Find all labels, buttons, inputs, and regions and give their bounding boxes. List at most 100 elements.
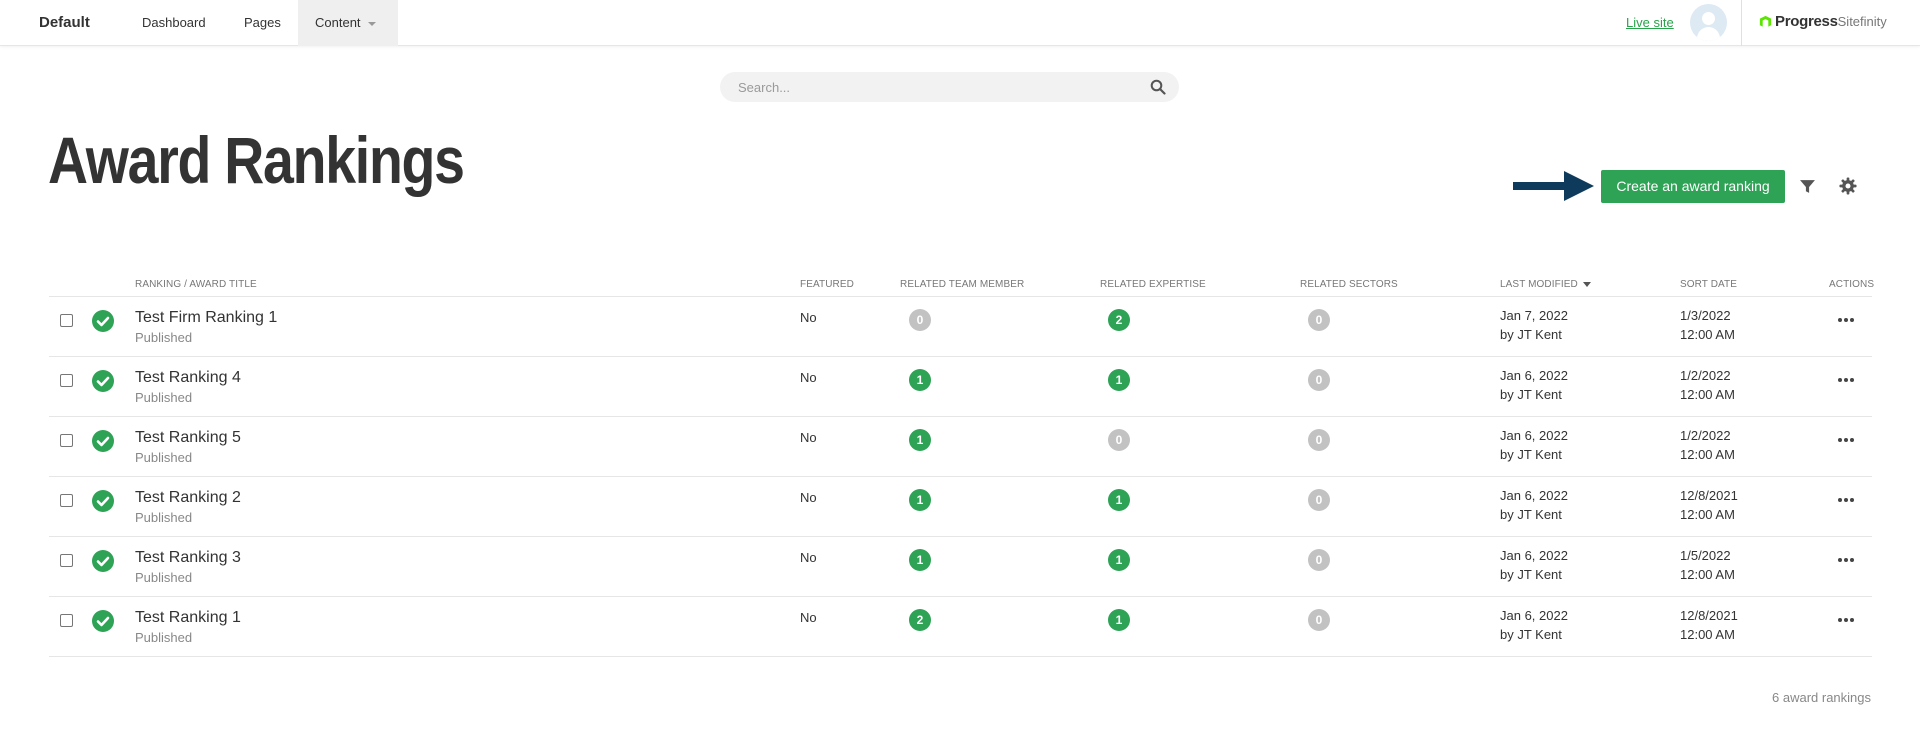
nav-content-label: Content <box>315 15 361 30</box>
row-featured: No <box>800 370 817 385</box>
more-actions-icon[interactable] <box>1837 614 1855 626</box>
row-status: Published <box>135 450 193 465</box>
row-title[interactable]: Test Ranking 4 <box>135 369 241 387</box>
row-modified-by: by JT Kent <box>1500 327 1562 342</box>
table-row[interactable]: Test Ranking 5 Published No 1 0 0 Jan 6,… <box>49 417 1872 477</box>
table-row[interactable]: Test Ranking 4 Published No 1 1 0 Jan 6,… <box>49 357 1872 417</box>
search-input[interactable]: Search... <box>720 72 1179 102</box>
create-award-ranking-button[interactable]: Create an award ranking <box>1601 170 1785 203</box>
row-checkbox[interactable] <box>60 614 73 627</box>
col-modified[interactable]: LAST MODIFIED <box>1500 279 1591 290</box>
col-sectors[interactable]: RELATED SECTORS <box>1300 279 1398 290</box>
top-bar: Default Dashboard Pages Content Live sit… <box>0 0 1920 46</box>
col-title[interactable]: RANKING / AWARD TITLE <box>135 279 257 290</box>
row-status: Published <box>135 510 193 525</box>
expertise-count-badge: 1 <box>1108 609 1130 631</box>
row-sort-date: 1/2/2022 <box>1680 368 1731 383</box>
row-sort-date: 1/3/2022 <box>1680 308 1731 323</box>
more-actions-icon[interactable] <box>1837 314 1855 326</box>
nav-pages[interactable]: Pages <box>227 0 298 46</box>
chevron-down-icon <box>367 21 376 26</box>
col-featured[interactable]: FEATURED <box>800 279 854 290</box>
team-count-badge: 1 <box>909 489 931 511</box>
page-title: Award Rankings <box>48 123 465 197</box>
col-sort-date[interactable]: SORT DATE <box>1680 279 1737 290</box>
sectors-count-badge: 0 <box>1308 489 1330 511</box>
divider <box>1741 0 1742 46</box>
row-title[interactable]: Test Ranking 5 <box>135 429 241 447</box>
avatar[interactable] <box>1690 4 1727 41</box>
row-checkbox[interactable] <box>60 494 73 507</box>
table-row[interactable]: Test Ranking 3 Published No 1 1 0 Jan 6,… <box>49 537 1872 597</box>
row-sort-date: 1/5/2022 <box>1680 548 1731 563</box>
row-status: Published <box>135 570 193 585</box>
row-checkbox[interactable] <box>60 314 73 327</box>
row-modified-by: by JT Kent <box>1500 447 1562 462</box>
filter-icon[interactable] <box>1799 178 1816 195</box>
expertise-count-badge: 1 <box>1108 489 1130 511</box>
published-check-icon <box>92 490 114 512</box>
row-modified-by: by JT Kent <box>1500 387 1562 402</box>
team-count-badge: 1 <box>909 369 931 391</box>
published-check-icon <box>92 550 114 572</box>
more-actions-icon[interactable] <box>1837 434 1855 446</box>
row-featured: No <box>800 430 817 445</box>
row-sort-time: 12:00 AM <box>1680 447 1735 462</box>
row-title[interactable]: Test Ranking 1 <box>135 609 241 627</box>
live-site-link[interactable]: Live site <box>1626 15 1674 30</box>
row-modified-by: by JT Kent <box>1500 627 1562 642</box>
row-modified-date: Jan 6, 2022 <box>1500 548 1568 563</box>
more-actions-icon[interactable] <box>1837 374 1855 386</box>
expertise-count-badge: 1 <box>1108 369 1130 391</box>
arrow-right-icon <box>1513 171 1594 201</box>
more-actions-icon[interactable] <box>1837 494 1855 506</box>
search-icon[interactable] <box>1150 79 1166 95</box>
sectors-count-badge: 0 <box>1308 369 1330 391</box>
published-check-icon <box>92 370 114 392</box>
row-modified-date: Jan 6, 2022 <box>1500 608 1568 623</box>
expertise-count-badge: 0 <box>1108 429 1130 451</box>
row-modified-by: by JT Kent <box>1500 507 1562 522</box>
row-featured: No <box>800 550 817 565</box>
col-actions: ACTIONS <box>1829 279 1875 290</box>
table-row[interactable]: Test Firm Ranking 1 Published No 0 2 0 J… <box>49 297 1872 357</box>
row-title[interactable]: Test Ranking 3 <box>135 549 241 567</box>
published-check-icon <box>92 430 114 452</box>
row-checkbox[interactable] <box>60 434 73 447</box>
nav-dashboard[interactable]: Dashboard <box>125 0 223 46</box>
row-modified-date: Jan 6, 2022 <box>1500 368 1568 383</box>
row-modified-date: Jan 7, 2022 <box>1500 308 1568 323</box>
row-modified-date: Jan 6, 2022 <box>1500 428 1568 443</box>
progress-logo-icon <box>1759 15 1772 27</box>
sort-desc-icon <box>1582 281 1591 287</box>
row-checkbox[interactable] <box>60 554 73 567</box>
table-row[interactable]: Test Ranking 2 Published No 1 1 0 Jan 6,… <box>49 477 1872 537</box>
team-count-badge: 1 <box>909 429 931 451</box>
gear-icon[interactable] <box>1839 177 1857 195</box>
more-actions-icon[interactable] <box>1837 554 1855 566</box>
published-check-icon <box>92 310 114 332</box>
row-sort-time: 12:00 AM <box>1680 627 1735 642</box>
row-modified-date: Jan 6, 2022 <box>1500 488 1568 503</box>
team-count-badge: 0 <box>909 309 931 331</box>
col-expertise[interactable]: RELATED EXPERTISE <box>1100 279 1206 290</box>
row-sort-time: 12:00 AM <box>1680 567 1735 582</box>
table-header: RANKING / AWARD TITLE FEATURED RELATED T… <box>49 275 1875 297</box>
row-sort-date: 12/8/2021 <box>1680 488 1738 503</box>
row-sort-date: 12/8/2021 <box>1680 608 1738 623</box>
team-count-badge: 1 <box>909 549 931 571</box>
award-rankings-table: RANKING / AWARD TITLE FEATURED RELATED T… <box>49 275 1875 657</box>
row-checkbox[interactable] <box>60 374 73 387</box>
nav-content[interactable]: Content <box>298 0 398 46</box>
brand-logo: ProgressSitefinity <box>1758 13 1887 30</box>
table-row[interactable]: Test Ranking 1 Published No 2 1 0 Jan 6,… <box>49 597 1872 657</box>
row-title[interactable]: Test Firm Ranking 1 <box>135 309 277 327</box>
site-name[interactable]: Default <box>39 14 90 31</box>
team-count-badge: 2 <box>909 609 931 631</box>
sectors-count-badge: 0 <box>1308 309 1330 331</box>
col-team[interactable]: RELATED TEAM MEMBER <box>900 279 1024 290</box>
row-title[interactable]: Test Ranking 2 <box>135 489 241 507</box>
sectors-count-badge: 0 <box>1308 609 1330 631</box>
row-sort-time: 12:00 AM <box>1680 387 1735 402</box>
row-status: Published <box>135 330 193 345</box>
